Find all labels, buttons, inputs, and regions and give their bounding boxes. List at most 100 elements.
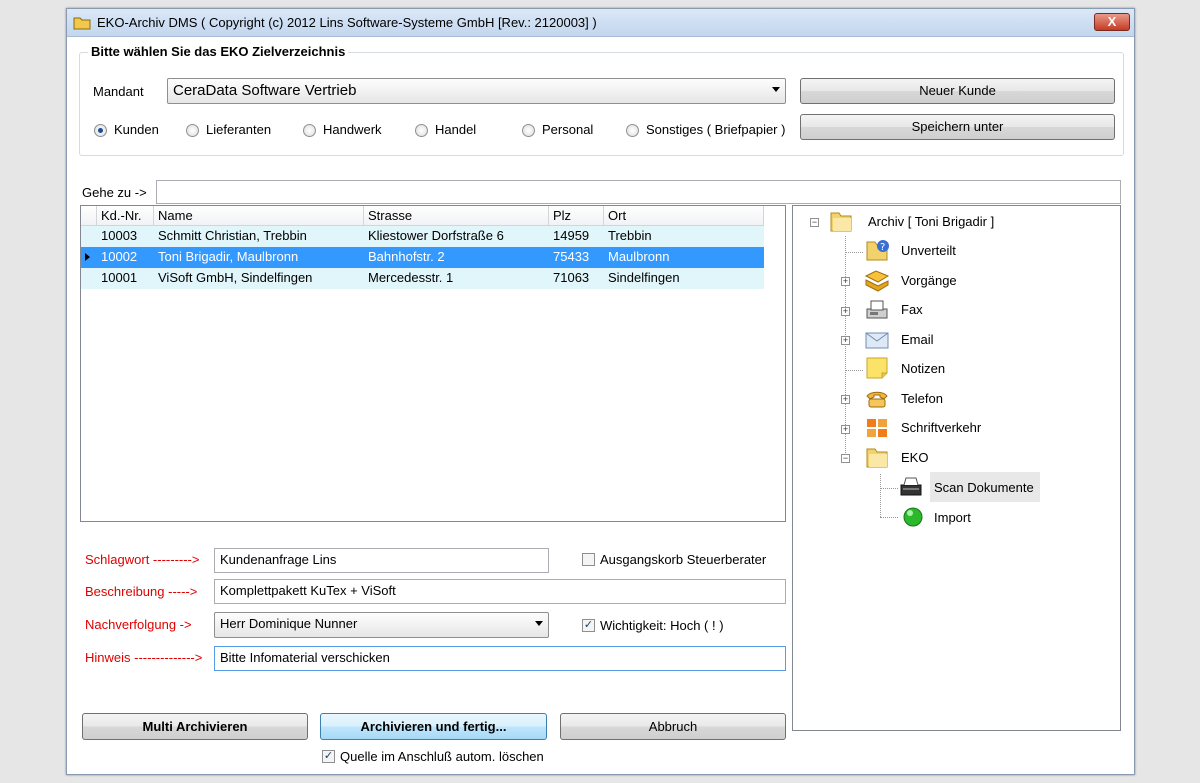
radio-kunden[interactable]	[94, 124, 107, 137]
save-as-button[interactable]: Speichern unter	[800, 114, 1115, 140]
svg-text:?: ?	[880, 242, 885, 253]
collapse-icon[interactable]: −	[841, 454, 850, 463]
column-header-strasse[interactable]: Strasse	[364, 206, 549, 226]
cell-strasse: Mercedesstr. 1	[368, 270, 454, 285]
hinweis-input[interactable]: Bitte Infomaterial verschicken	[214, 646, 786, 671]
title-bar[interactable]: EKO-Archiv DMS ( Copyright (c) 2012 Lins…	[67, 9, 1134, 37]
cancel-button[interactable]: Abbruch	[560, 713, 786, 740]
multi-archive-button[interactable]: Multi Archivieren	[82, 713, 308, 740]
office-icon	[867, 419, 887, 437]
tree-item-notizen[interactable]: Notizen	[901, 361, 945, 376]
tree-line	[880, 474, 881, 517]
radio-handel-label: Handel	[435, 122, 477, 137]
email-icon	[865, 332, 889, 349]
tree-line	[845, 370, 863, 371]
nachverfolgung-value: Herr Dominique Nunner	[220, 616, 358, 631]
goto-label: Gehe zu ->	[82, 185, 147, 200]
expand-icon[interactable]: +	[841, 395, 850, 404]
cell-name: ViSoft GmbH, Sindelfingen	[158, 270, 313, 285]
table-row[interactable]: 10001 ViSoft GmbH, Sindelfingen Mercedes…	[81, 268, 764, 289]
quelle-loeschen-checkbox[interactable]: ✓	[322, 750, 335, 763]
table-row[interactable]: 10003 Schmitt Christian, Trebbin Kliesto…	[81, 226, 764, 247]
beschreibung-label: Beschreibung ----->	[85, 584, 198, 599]
client-area: Bitte wählen Sie das EKO Zielverzeichnis…	[67, 38, 1134, 774]
expand-icon[interactable]: +	[841, 277, 850, 286]
radio-personal-label: Personal	[542, 122, 594, 137]
row-indicator-icon	[85, 253, 90, 261]
table-row-selected[interactable]: 10002 Toni Brigadir, Maulbronn Bahnhofst…	[81, 247, 764, 268]
wichtigkeit-checkbox[interactable]: ✓	[582, 619, 595, 632]
folder-open-icon	[866, 448, 888, 468]
column-header-name[interactable]: Name	[154, 206, 364, 226]
column-header-plz[interactable]: Plz	[549, 206, 604, 226]
archive-tree[interactable]: − Archiv [ Toni Brigadir ] ? Unverteilt …	[792, 205, 1121, 731]
radio-handwerk-label: Handwerk	[323, 122, 382, 137]
tree-item-unverteilt[interactable]: Unverteilt	[901, 243, 956, 258]
folder-icon	[73, 17, 91, 30]
cell-kdnr: 10001	[101, 270, 138, 285]
tree-item-schriftverkehr[interactable]: Schriftverkehr	[901, 420, 981, 435]
hinweis-value: Bitte Infomaterial verschicken	[220, 650, 390, 665]
cell-strasse: Bahnhofstr. 2	[368, 249, 445, 264]
tree-item-eko[interactable]: EKO	[901, 450, 928, 465]
tree-line	[845, 252, 863, 253]
schlagwort-label: Schlagwort --------->	[85, 552, 200, 567]
collapse-icon[interactable]: −	[810, 218, 819, 227]
radio-handwerk[interactable]	[303, 124, 316, 137]
main-window: EKO-Archiv DMS ( Copyright (c) 2012 Lins…	[66, 8, 1135, 775]
tree-root[interactable]: Archiv [ Toni Brigadir ]	[868, 214, 994, 229]
wichtigkeit-label: Wichtigkeit: Hoch ( ! )	[600, 618, 724, 633]
scanner-icon	[900, 477, 922, 496]
nachverfolgung-label: Nachverfolgung ->	[85, 617, 192, 632]
folder-open-icon	[830, 212, 852, 232]
radio-personal[interactable]	[522, 124, 535, 137]
chevron-down-icon	[535, 621, 543, 626]
mandant-label: Mandant	[93, 84, 144, 99]
window-title: EKO-Archiv DMS ( Copyright (c) 2012 Lins…	[97, 15, 597, 30]
cell-plz: 14959	[553, 228, 590, 243]
tree-item-telefon[interactable]: Telefon	[901, 391, 943, 406]
tree-line	[880, 488, 898, 489]
cell-kdnr: 10003	[101, 228, 138, 243]
folder-stack-icon	[864, 270, 890, 292]
cell-plz: 75433	[553, 249, 590, 264]
fax-icon	[866, 300, 888, 319]
radio-lieferanten[interactable]	[186, 124, 199, 137]
expand-icon[interactable]: +	[841, 307, 850, 316]
tree-item-scan-dokumente[interactable]: Scan Dokumente	[934, 480, 1034, 495]
radio-lieferanten-label: Lieferanten	[206, 122, 272, 137]
ausgangskorb-checkbox[interactable]	[582, 553, 595, 566]
new-customer-button[interactable]: Neuer Kunde	[800, 78, 1115, 104]
phone-icon	[866, 391, 888, 408]
expand-icon[interactable]: +	[841, 425, 850, 434]
expand-icon[interactable]: +	[841, 336, 850, 345]
schlagwort-input[interactable]: Kundenanfrage Lins	[214, 548, 549, 573]
folder-help-icon: ?	[866, 240, 889, 261]
tree-line	[880, 517, 898, 518]
tree-item-import[interactable]: Import	[934, 510, 971, 525]
beschreibung-input[interactable]: Komplettpakett KuTex + ViSoft	[214, 579, 786, 604]
beschreibung-value: Komplettpakett KuTex + ViSoft	[220, 583, 396, 598]
tree-item-email[interactable]: Email	[901, 332, 934, 347]
mandant-value: CeraData Software Vertrieb	[173, 82, 357, 99]
close-button[interactable]: X	[1094, 13, 1130, 31]
ausgangskorb-label: Ausgangskorb Steuerberater	[600, 552, 767, 567]
customer-grid[interactable]: Kd.-Nr. Name Strasse Plz Ort 10003 Schmi…	[80, 205, 786, 522]
cell-ort: Maulbronn	[608, 249, 670, 264]
radio-sonstiges[interactable]	[626, 124, 639, 137]
schlagwort-value: Kundenanfrage Lins	[220, 552, 337, 567]
column-header-kdnr[interactable]: Kd.-Nr.	[97, 206, 154, 226]
nachverfolgung-select[interactable]: Herr Dominique Nunner	[214, 612, 549, 638]
tree-item-fax[interactable]: Fax	[901, 302, 923, 317]
mandant-select[interactable]: CeraData Software Vertrieb	[167, 78, 786, 104]
radio-handel[interactable]	[415, 124, 428, 137]
column-header-ort[interactable]: Ort	[604, 206, 764, 226]
archive-finish-button[interactable]: Archivieren und fertig...	[320, 713, 547, 740]
cell-strasse: Kliestower Dorfstraße 6	[368, 228, 504, 243]
cell-name: Toni Brigadir, Maulbronn	[158, 249, 299, 264]
cell-ort: Sindelfingen	[608, 270, 680, 285]
cell-kdnr: 10002	[101, 249, 138, 264]
tree-item-vorgaenge[interactable]: Vorgänge	[901, 273, 957, 288]
goto-input[interactable]	[156, 180, 1121, 204]
cell-plz: 71063	[553, 270, 590, 285]
